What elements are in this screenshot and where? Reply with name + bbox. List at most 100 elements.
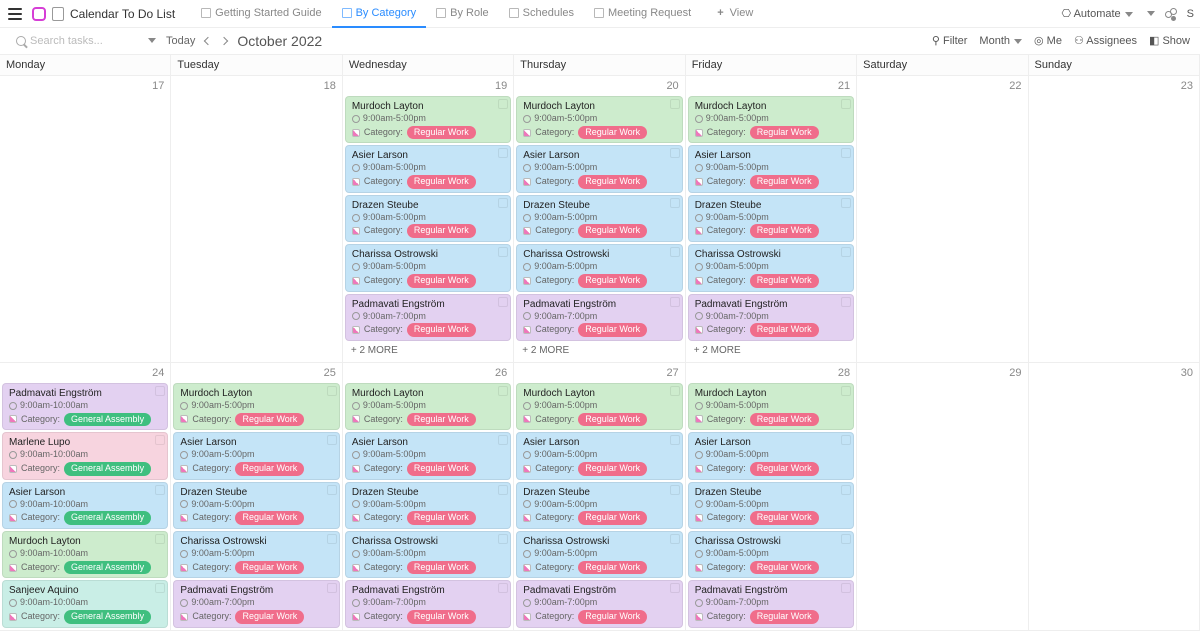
day-cell[interactable]: 18 xyxy=(171,76,342,362)
automate-menu[interactable]: ⎔ Automate xyxy=(1062,7,1133,20)
calendar-event[interactable]: Padmavati Engström9:00am-7:00pmCategory:… xyxy=(345,580,511,627)
event-expand-icon[interactable] xyxy=(841,198,851,208)
day-cell[interactable]: 26Murdoch Layton9:00am-5:00pmCategory:Re… xyxy=(343,363,514,630)
tab-schedules[interactable]: Schedules xyxy=(499,0,584,28)
more-events-button[interactable]: + 2 MORE xyxy=(345,341,511,360)
day-cell[interactable]: 30 xyxy=(1029,363,1200,630)
day-cell[interactable]: 19Murdoch Layton9:00am-5:00pmCategory:Re… xyxy=(343,76,514,362)
menu-toggle[interactable] xyxy=(6,4,26,24)
event-expand-icon[interactable] xyxy=(841,247,851,257)
event-expand-icon[interactable] xyxy=(841,534,851,544)
month-picker[interactable]: Month xyxy=(979,35,1022,47)
me-filter[interactable]: ◎ Me xyxy=(1034,34,1062,47)
day-cell[interactable]: 22 xyxy=(857,76,1028,362)
event-expand-icon[interactable] xyxy=(327,386,337,396)
event-expand-icon[interactable] xyxy=(498,198,508,208)
tab-meeting-request[interactable]: Meeting Request xyxy=(584,0,701,28)
event-expand-icon[interactable] xyxy=(155,386,165,396)
calendar-event[interactable]: Charissa Ostrowski9:00am-5:00pmCategory:… xyxy=(688,244,854,291)
calendar-event[interactable]: Charissa Ostrowski9:00am-5:00pmCategory:… xyxy=(516,244,682,291)
calendar-event[interactable]: Murdoch Layton9:00am-5:00pmCategory:Regu… xyxy=(516,96,682,143)
event-expand-icon[interactable] xyxy=(841,485,851,495)
event-expand-icon[interactable] xyxy=(670,534,680,544)
event-expand-icon[interactable] xyxy=(841,148,851,158)
calendar-event[interactable]: Padmavati Engström9:00am-7:00pmCategory:… xyxy=(688,294,854,341)
event-expand-icon[interactable] xyxy=(498,485,508,495)
calendar-event[interactable]: Asier Larson9:00am-5:00pmCategory:Regula… xyxy=(516,432,682,479)
next-month-button[interactable] xyxy=(220,36,228,44)
event-expand-icon[interactable] xyxy=(670,386,680,396)
calendar-event[interactable]: Drazen Steube9:00am-5:00pmCategory:Regul… xyxy=(345,482,511,529)
calendar-event[interactable]: Asier Larson9:00am-10:00amCategory:Gener… xyxy=(2,482,168,529)
event-expand-icon[interactable] xyxy=(327,435,337,445)
calendar-event[interactable]: Murdoch Layton9:00am-5:00pmCategory:Regu… xyxy=(688,383,854,430)
event-expand-icon[interactable] xyxy=(670,485,680,495)
event-expand-icon[interactable] xyxy=(327,583,337,593)
more-events-button[interactable]: + 2 MORE xyxy=(516,341,682,360)
event-expand-icon[interactable] xyxy=(327,485,337,495)
calendar-event[interactable]: Murdoch Layton9:00am-5:00pmCategory:Regu… xyxy=(516,383,682,430)
more-events-button[interactable]: + 2 MORE xyxy=(688,341,854,360)
event-expand-icon[interactable] xyxy=(670,435,680,445)
calendar-event[interactable]: Murdoch Layton9:00am-5:00pmCategory:Regu… xyxy=(345,383,511,430)
share-icon[interactable] xyxy=(1165,8,1177,20)
event-expand-icon[interactable] xyxy=(841,435,851,445)
event-expand-icon[interactable] xyxy=(670,148,680,158)
calendar-event[interactable]: Asier Larson9:00am-5:00pmCategory:Regula… xyxy=(345,145,511,192)
calendar-event[interactable]: Padmavati Engström9:00am-10:00amCategory… xyxy=(2,383,168,430)
event-expand-icon[interactable] xyxy=(670,297,680,307)
calendar-event[interactable]: Sanjeev Aquino9:00am-10:00amCategory:Gen… xyxy=(2,580,168,627)
event-expand-icon[interactable] xyxy=(841,386,851,396)
event-expand-icon[interactable] xyxy=(841,583,851,593)
calendar-event[interactable]: Charissa Ostrowski9:00am-5:00pmCategory:… xyxy=(345,531,511,578)
calendar-event[interactable]: Padmavati Engström9:00am-7:00pmCategory:… xyxy=(345,294,511,341)
event-expand-icon[interactable] xyxy=(155,485,165,495)
event-expand-icon[interactable] xyxy=(841,297,851,307)
day-cell[interactable]: 25Murdoch Layton9:00am-5:00pmCategory:Re… xyxy=(171,363,342,630)
calendar-event[interactable]: Charissa Ostrowski9:00am-5:00pmCategory:… xyxy=(173,531,339,578)
prev-month-button[interactable] xyxy=(204,36,212,44)
calendar-event[interactable]: Marlene Lupo9:00am-10:00amCategory:Gener… xyxy=(2,432,168,479)
calendar-event[interactable]: Asier Larson9:00am-5:00pmCategory:Regula… xyxy=(516,145,682,192)
calendar-event[interactable]: Drazen Steube9:00am-5:00pmCategory:Regul… xyxy=(345,195,511,242)
event-expand-icon[interactable] xyxy=(670,99,680,109)
event-expand-icon[interactable] xyxy=(498,534,508,544)
event-expand-icon[interactable] xyxy=(670,247,680,257)
calendar-event[interactable]: Padmavati Engström9:00am-7:00pmCategory:… xyxy=(688,580,854,627)
calendar-event[interactable]: Charissa Ostrowski9:00am-5:00pmCategory:… xyxy=(345,244,511,291)
day-cell[interactable]: 20Murdoch Layton9:00am-5:00pmCategory:Re… xyxy=(514,76,685,362)
event-expand-icon[interactable] xyxy=(498,386,508,396)
calendar-event[interactable]: Murdoch Layton9:00am-5:00pmCategory:Regu… xyxy=(345,96,511,143)
day-cell[interactable]: 24Padmavati Engström9:00am-10:00amCatego… xyxy=(0,363,171,630)
automate-more[interactable] xyxy=(1147,11,1155,16)
calendar-event[interactable]: Asier Larson9:00am-5:00pmCategory:Regula… xyxy=(688,145,854,192)
event-expand-icon[interactable] xyxy=(498,297,508,307)
event-expand-icon[interactable] xyxy=(155,534,165,544)
calendar-event[interactable]: Murdoch Layton9:00am-5:00pmCategory:Regu… xyxy=(173,383,339,430)
search-input[interactable]: Search tasks... xyxy=(16,35,156,47)
calendar-event[interactable]: Drazen Steube9:00am-5:00pmCategory:Regul… xyxy=(688,195,854,242)
day-cell[interactable]: 17 xyxy=(0,76,171,362)
event-expand-icon[interactable] xyxy=(155,435,165,445)
calendar-event[interactable]: Drazen Steube9:00am-5:00pmCategory:Regul… xyxy=(688,482,854,529)
calendar-event[interactable]: Asier Larson9:00am-5:00pmCategory:Regula… xyxy=(688,432,854,479)
today-button[interactable]: Today xyxy=(166,35,195,47)
calendar-event[interactable]: Padmavati Engström9:00am-7:00pmCategory:… xyxy=(516,580,682,627)
calendar-event[interactable]: Charissa Ostrowski9:00am-5:00pmCategory:… xyxy=(688,531,854,578)
add-view-button[interactable]: +View xyxy=(707,0,763,28)
event-expand-icon[interactable] xyxy=(498,247,508,257)
share-button[interactable]: S xyxy=(1187,8,1194,20)
search-expand-icon[interactable] xyxy=(148,38,156,43)
event-expand-icon[interactable] xyxy=(498,148,508,158)
event-expand-icon[interactable] xyxy=(670,583,680,593)
calendar-event[interactable]: Asier Larson9:00am-5:00pmCategory:Regula… xyxy=(345,432,511,479)
calendar-event[interactable]: Drazen Steube9:00am-5:00pmCategory:Regul… xyxy=(173,482,339,529)
filter-button[interactable]: ⚲ Filter xyxy=(932,34,968,47)
day-cell[interactable]: 23 xyxy=(1029,76,1200,362)
calendar-event[interactable]: Drazen Steube9:00am-5:00pmCategory:Regul… xyxy=(516,482,682,529)
day-cell[interactable]: 29 xyxy=(857,363,1028,630)
day-cell[interactable]: 28Murdoch Layton9:00am-5:00pmCategory:Re… xyxy=(686,363,857,630)
tab-getting-started-guide[interactable]: Getting Started Guide xyxy=(191,0,331,28)
event-expand-icon[interactable] xyxy=(498,583,508,593)
assignees-filter[interactable]: ⚇ Assignees xyxy=(1074,34,1137,47)
